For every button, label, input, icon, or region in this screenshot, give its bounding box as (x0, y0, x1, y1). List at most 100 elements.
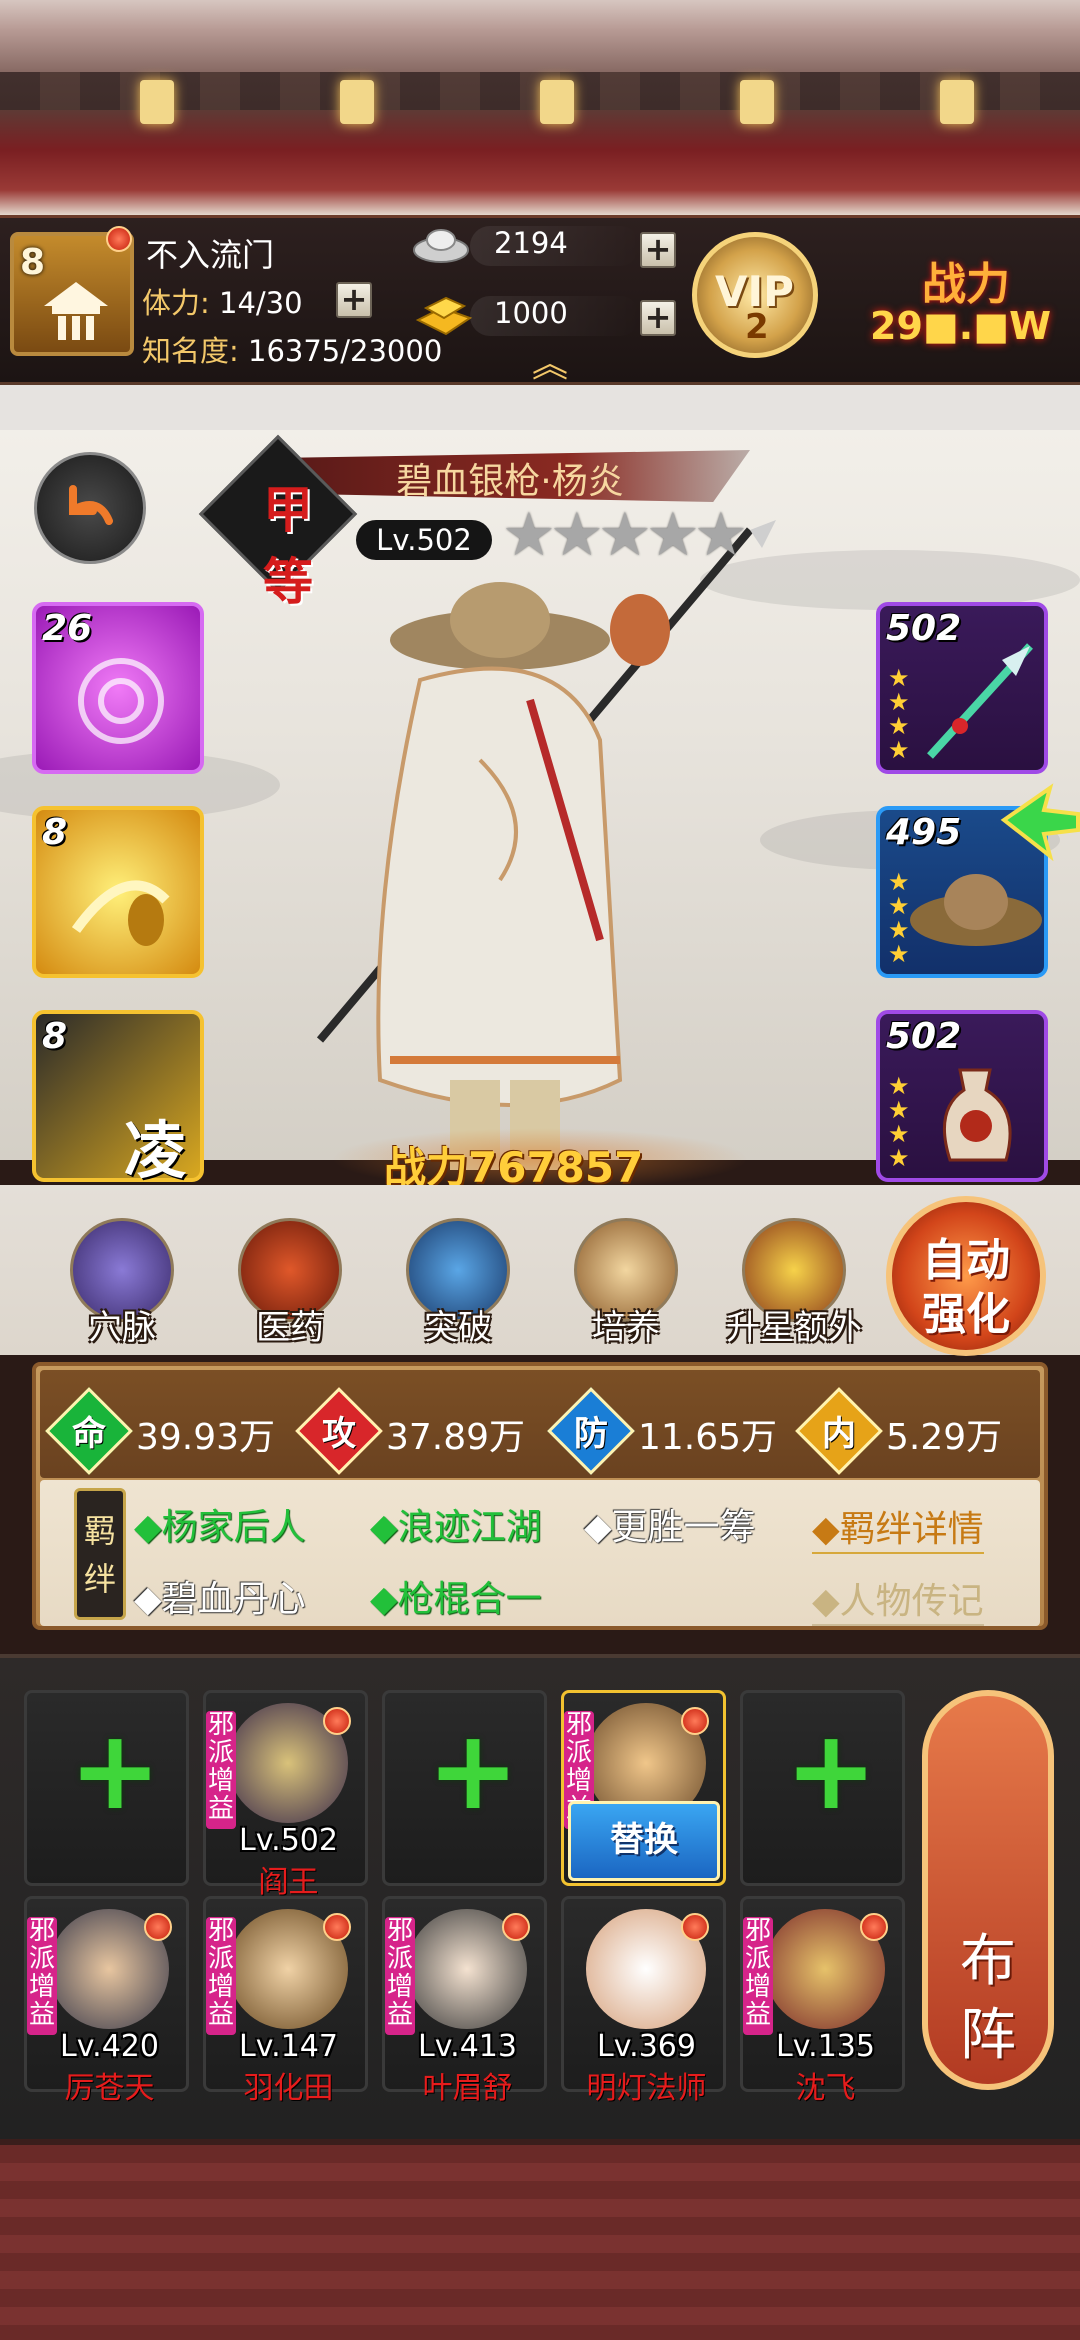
team-slot[interactable]: 邪派增益 Lv.502 阎王 (203, 1690, 368, 1900)
lantern-icon (740, 80, 774, 124)
team-slot[interactable]: 邪派增益 Lv.420 厉苍天 (24, 1896, 189, 2106)
formation-button[interactable]: 布 阵 (922, 1690, 1054, 2090)
attribute-row: 命 39.93万 攻 37.89万 防 11.65万 内 5.29万 (40, 1370, 1040, 1478)
back-arrow-icon (69, 485, 113, 525)
stat-attack-key: 攻 (322, 1414, 356, 1454)
meridian-button[interactable]: 穴脉 (62, 1218, 182, 1348)
gold-amount: 1000 (494, 296, 568, 330)
player-avatar[interactable]: 8 (10, 226, 134, 356)
skill-level: 8 (42, 1016, 68, 1057)
stat-defense-value: 11.65万 (638, 1417, 778, 1458)
silver-ingot-icon (413, 229, 469, 263)
floor-decoration (0, 2139, 1080, 2340)
hero-level: Lv.420 (60, 2029, 159, 2064)
skill-level: 8 (42, 812, 68, 853)
skill-slot-1[interactable]: 26 (32, 602, 204, 774)
vip-level: 2 (745, 307, 769, 347)
breakthrough-button[interactable]: 突破 (398, 1218, 518, 1348)
hero-figure (316, 520, 776, 1170)
skill-glyph: 凌 (124, 1114, 187, 1187)
player-rank-level: 8 (20, 242, 46, 283)
team-slot[interactable]: 邪派增益 Lv.147 羽化田 (203, 1896, 368, 2106)
evil-faction-bonus-tag: 邪派增益 (206, 1711, 236, 1829)
equipment-stars: ★ ★ ★ ★ (888, 664, 910, 764)
evil-faction-bonus-tag: 邪派增益 (206, 1917, 236, 2035)
replace-hero-button[interactable]: 替换 (568, 1801, 720, 1881)
hero-level: Lv.369 (597, 2029, 696, 2064)
stamina-value: 14/30 (219, 286, 303, 320)
star-icon: ★ (502, 500, 556, 570)
stat-defense-key: 防 (574, 1414, 608, 1454)
hero-name: 羽化田 (243, 2071, 334, 2106)
star-upgrade-button[interactable]: 升星额外 (726, 1218, 862, 1348)
golden-spiral-skill-icon (71, 880, 170, 946)
vip-badge[interactable]: VIP 2 (692, 232, 818, 358)
hero-level: Lv.502 (356, 520, 492, 560)
notification-dot (860, 1913, 888, 1941)
lantern-icon (140, 80, 174, 124)
equipment-slot-weapon[interactable]: 502 ★ ★ ★ ★ (876, 602, 1048, 774)
star-upgrade-label: 升星额外 (726, 1308, 862, 1348)
meridian-label: 穴脉 (88, 1308, 156, 1348)
notification-dot (681, 1913, 709, 1941)
gold-ingot-icon (415, 296, 473, 336)
team-slot-empty[interactable]: + (24, 1690, 189, 1886)
equipment-level: 495 (886, 812, 962, 853)
notification-dot (144, 1913, 172, 1941)
spear-icon (927, 643, 1033, 759)
hero-name: 明灯法师 (586, 2071, 707, 2106)
skill-slot-3[interactable]: 8 凌 (32, 1010, 204, 1187)
lantern-icon (340, 80, 374, 124)
lantern-icon (940, 80, 974, 124)
bond-item: ◆杨家后人 (134, 1507, 306, 1548)
hero-level: Lv.502 (239, 1823, 338, 1858)
add-silver-button[interactable]: + (640, 232, 676, 268)
team-slot-empty[interactable]: + (382, 1690, 547, 1886)
bond-detail-link[interactable]: ◆羁绊详情 (812, 1500, 984, 1554)
hero-stars: ★★★★★ (502, 500, 748, 570)
medicine-button[interactable]: 医药 (230, 1218, 350, 1348)
bond-row: 羁绊 ◆杨家后人 ◆浪迹江湖 ◆更胜一筹 ◆碧血丹心 ◆枪棍合一 ◆羁绊详情 ◆… (40, 1480, 1040, 1626)
guide-arrow-icon (1000, 783, 1080, 862)
add-gold-button[interactable]: + (640, 300, 676, 336)
star-icon: ★ (550, 500, 604, 570)
expand-chevron-icon[interactable]: ︽ (524, 347, 576, 383)
total-power: 战力 29■.■W (870, 248, 1070, 358)
stat-life-value: 39.93万 (136, 1417, 276, 1458)
vase-icon (943, 1068, 1012, 1162)
breakthrough-label: 突破 (424, 1308, 492, 1348)
auto-enhance-line2: 强化 (922, 1289, 1010, 1340)
fame-label: 知名度: (142, 334, 239, 368)
fame-row: 知名度: 16375/23000 (142, 328, 442, 370)
roof-banner (0, 0, 1080, 215)
bond-item: ◆碧血丹心 (134, 1579, 306, 1620)
team-slot[interactable]: 邪派增益 Lv.135 沈飞 (740, 1896, 905, 2106)
sect-house-icon (44, 282, 108, 340)
hero-name: 厉苍天 (64, 2071, 155, 2106)
team-slot-empty[interactable]: + (740, 1690, 905, 1886)
medicine-label: 医药 (256, 1308, 324, 1348)
notification-dot (323, 1707, 351, 1735)
training-button[interactable]: 培养 (566, 1218, 686, 1348)
add-hero-plus-icon: + (785, 1706, 878, 1834)
formation-label-2: 阵 (960, 2003, 1016, 2068)
hero-power: 战力767857 (330, 1128, 750, 1192)
team-slot-active[interactable]: 邪派增益 替换 (561, 1690, 726, 1886)
star-icon: ★ (598, 500, 652, 570)
hero-name: 阎王 (258, 1865, 319, 1900)
hero-biography-link[interactable]: ◆人物传记 (812, 1572, 984, 1626)
back-button[interactable] (34, 452, 146, 564)
hero-level: Lv.147 (239, 2029, 338, 2064)
add-hero-plus-icon: + (427, 1706, 520, 1834)
add-stamina-button[interactable]: + (336, 282, 372, 318)
auto-enhance-button[interactable]: 自动 强化 (886, 1196, 1046, 1356)
equipment-stars: ★ ★ ★ ★ (888, 1072, 910, 1172)
star-icon: ★ (694, 500, 748, 570)
equipment-slot-vase[interactable]: 502 ★ ★ ★ ★ (876, 1010, 1048, 1182)
team-slot[interactable]: 邪派增益 Lv.413 叶眉舒 (382, 1896, 547, 2106)
total-power-value: 29■.■W (870, 304, 1052, 348)
silver-amount: 2194 (494, 226, 568, 260)
team-slot[interactable]: Lv.369 明灯法师 (561, 1896, 726, 2106)
player-top-bar: 8 不入流门 体力: 14/30 + 知名度: 16375/23000 2194… (0, 215, 1080, 385)
skill-slot-2[interactable]: 8 (32, 806, 204, 978)
